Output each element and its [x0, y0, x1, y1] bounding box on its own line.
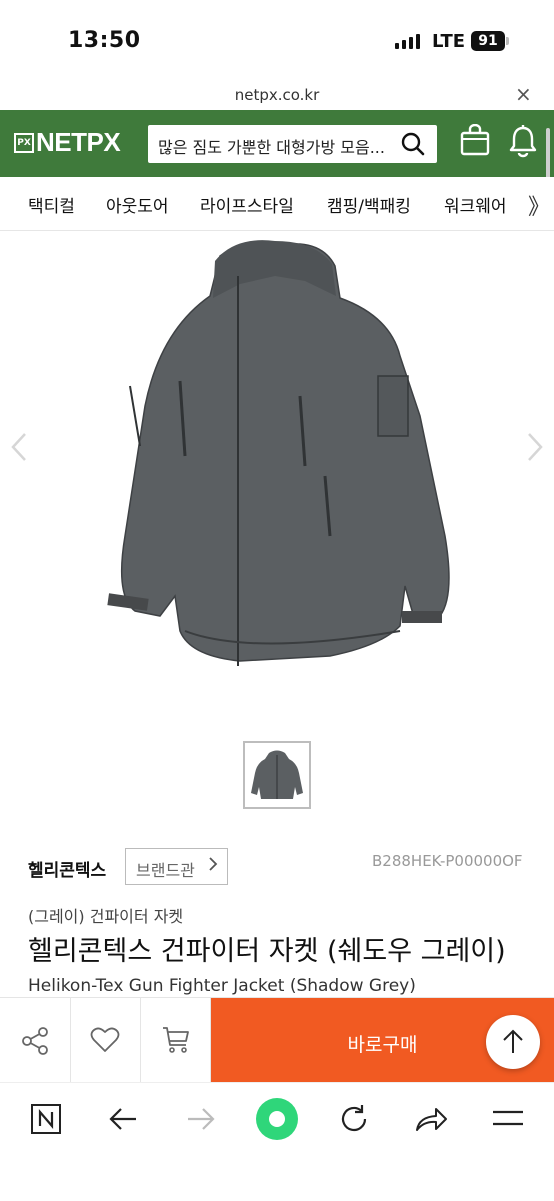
- url-bar[interactable]: netpx.co.kr ×: [0, 80, 554, 110]
- refresh-icon[interactable]: [338, 1103, 370, 1135]
- logo-mark: PX: [14, 132, 34, 153]
- back-icon[interactable]: [108, 1105, 138, 1133]
- product-title-en: Helikon-Tex Gun Fighter Jacket (Shadow G…: [28, 976, 416, 996]
- thumbnail[interactable]: [243, 741, 311, 809]
- buy-now-button[interactable]: 바로구매: [211, 998, 554, 1083]
- next-arrow-icon[interactable]: [526, 431, 544, 471]
- status-bar: 13:50 LTE 91: [0, 0, 554, 80]
- site-logo[interactable]: PX NETPX: [14, 127, 121, 158]
- url-text[interactable]: netpx.co.kr: [0, 86, 554, 104]
- battery-tip: [506, 37, 509, 45]
- browser-toolbar: [0, 1082, 554, 1201]
- search-input[interactable]: 많은 짐도 가뿐한 대형가방 모음...: [148, 125, 437, 163]
- nav-item-lifestyle[interactable]: 라이프스타일: [200, 192, 294, 217]
- share-button[interactable]: [0, 998, 71, 1083]
- brand-shop-label: 브랜드관: [136, 861, 195, 880]
- site-header: PX NETPX 많은 짐도 가뿐한 대형가방 모음...: [0, 110, 554, 177]
- nav-item-tactical[interactable]: 택티컬: [28, 192, 75, 217]
- chevron-right-icon: [208, 855, 218, 878]
- scroll-top-button[interactable]: [486, 1015, 540, 1069]
- prev-arrow-icon[interactable]: [10, 431, 28, 471]
- network-label: LTE: [432, 31, 466, 52]
- home-circle-icon[interactable]: [255, 1097, 299, 1141]
- brand-name[interactable]: 헬리콘텍스: [28, 856, 106, 881]
- heart-icon: [90, 1027, 120, 1052]
- product-sku: B288HEK-P00000OF: [372, 852, 523, 870]
- cart-button[interactable]: [140, 998, 211, 1083]
- search-icon[interactable]: [400, 131, 426, 161]
- logo-text: NETPX: [36, 127, 121, 157]
- brand-shop-button[interactable]: 브랜드관: [125, 848, 228, 885]
- close-icon[interactable]: ×: [515, 82, 532, 106]
- signal-icon: [395, 34, 420, 49]
- wishlist-button[interactable]: [70, 998, 141, 1083]
- forward-icon[interactable]: [186, 1105, 216, 1133]
- product-title: 헬리콘텍스 건파이터 자켓 (쉐도우 그레이): [28, 936, 506, 967]
- share-arrow-icon[interactable]: [414, 1105, 448, 1133]
- cart-icon: [163, 1027, 189, 1053]
- product-subtitle: (그레이) 건파이터 자켓: [28, 907, 184, 926]
- nav-more-icon[interactable]: 》: [528, 189, 550, 221]
- n-icon[interactable]: [30, 1103, 62, 1135]
- product-image[interactable]: [0, 231, 554, 731]
- arrow-up-icon: [503, 1029, 523, 1053]
- battery-icon: 91: [471, 31, 505, 51]
- nav-item-camping[interactable]: 캠핑/백패킹: [327, 192, 411, 217]
- nav-item-workwear[interactable]: 워크웨어: [444, 192, 507, 217]
- bell-icon[interactable]: [508, 124, 538, 162]
- search-placeholder: 많은 짐도 가뿐한 대형가방 모음...: [158, 138, 385, 157]
- category-nav: 택티컬 아웃도어 라이프스타일 캠핑/백패킹 워크웨어 》: [0, 177, 554, 231]
- share-icon: [22, 1027, 48, 1055]
- jacket-illustration: [107, 240, 450, 666]
- bag-icon[interactable]: [460, 123, 490, 160]
- action-bar: 바로구매: [0, 997, 554, 1083]
- menu-icon[interactable]: [492, 1107, 524, 1131]
- status-time: 13:50: [68, 28, 141, 53]
- thumbnail-jacket: [251, 750, 303, 799]
- nav-item-outdoor[interactable]: 아웃도어: [106, 192, 169, 217]
